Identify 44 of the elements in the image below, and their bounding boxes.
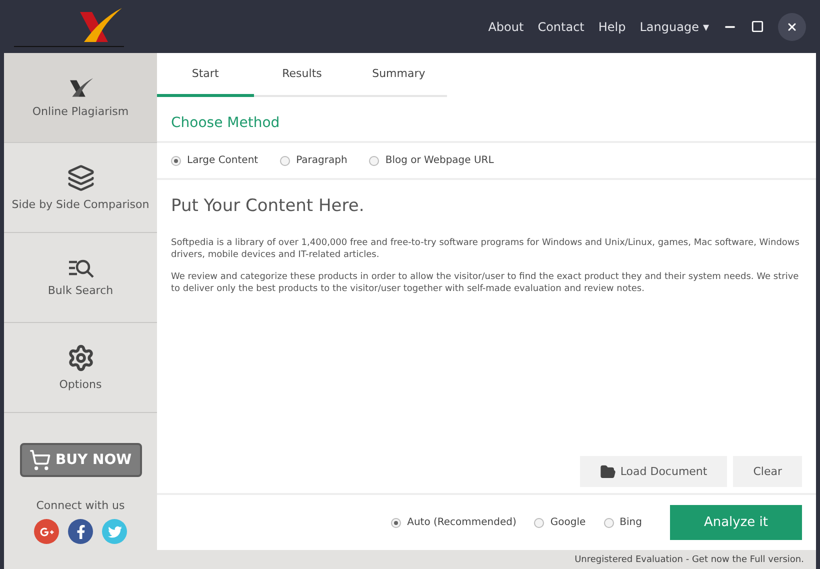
tab[interactable]: Summary [350, 53, 448, 97]
tab[interactable]: Start [157, 53, 254, 97]
facebook-icon[interactable] [68, 519, 93, 544]
engine-radio[interactable]: Auto (Recommended) [391, 517, 516, 528]
clear-button[interactable]: Clear [733, 456, 802, 487]
content-paragraph: Softpedia is a library of over 1,400,000 free and free-to-try software programs for Windows and Unix/Linux, games, Mac software, Windows drivers, mobile devices and IT-related articles. [171, 238, 800, 262]
close-icon [786, 20, 798, 32]
sidebar-label: Bulk Search [48, 284, 114, 297]
language-menu[interactable]: Language ▾ [640, 20, 709, 34]
analyze-button[interactable]: Analyze it [670, 505, 802, 540]
sidebar-item[interactable]: Online Plagiarism [4, 53, 157, 143]
sidebar-label: Online Plagiarism [32, 105, 129, 118]
nav-link[interactable]: Contact [538, 20, 584, 34]
sidebar-label: Side by Side Comparison [12, 198, 150, 211]
section-title: Choose Method [157, 97, 816, 143]
close-button[interactable] [778, 12, 806, 40]
method-radio[interactable]: Paragraph [280, 155, 348, 166]
status-bar: Unregistered Evaluation - Get now the Full version. [157, 550, 816, 569]
radio-dot[interactable] [369, 156, 380, 166]
method-radio[interactable]: Large Content [171, 155, 258, 166]
radio-dot[interactable] [391, 518, 402, 528]
tab[interactable]: Results [254, 53, 350, 97]
content-paragraph: We review and categorize these products in order to allow the visitor/user to find the exact product they and their system needs. We strive to deliver only the best products to the visitor/user together with self-made evaluation and review notes. [171, 272, 800, 296]
settings-icon [66, 344, 94, 372]
nav-link[interactable]: About [488, 20, 524, 34]
radio-dot[interactable] [604, 518, 614, 528]
radio-dot[interactable] [171, 156, 181, 166]
buy-now-button[interactable]: BUY NOW [20, 443, 142, 477]
google-plus-icon[interactable] [34, 519, 59, 544]
radio-dot[interactable] [280, 156, 290, 166]
sidebar-label: Options [59, 378, 102, 391]
layers-icon [66, 164, 94, 192]
folder-icon [600, 464, 616, 480]
content-heading: Put Your Content Here. [171, 196, 366, 216]
connect-label: Connect with us [35, 499, 126, 512]
engine-radio[interactable]: Google [534, 517, 586, 528]
nav-link[interactable]: Help [598, 20, 626, 34]
maximize-icon[interactable] [751, 20, 764, 33]
search-list-icon [68, 258, 94, 278]
radio-dot[interactable] [534, 518, 544, 528]
load-document-button[interactable]: Load Document [580, 456, 728, 487]
engine-radio[interactable]: Bing [604, 517, 642, 528]
cart-icon [29, 449, 52, 471]
method-radio[interactable]: Blog or Webpage URL [369, 155, 494, 166]
